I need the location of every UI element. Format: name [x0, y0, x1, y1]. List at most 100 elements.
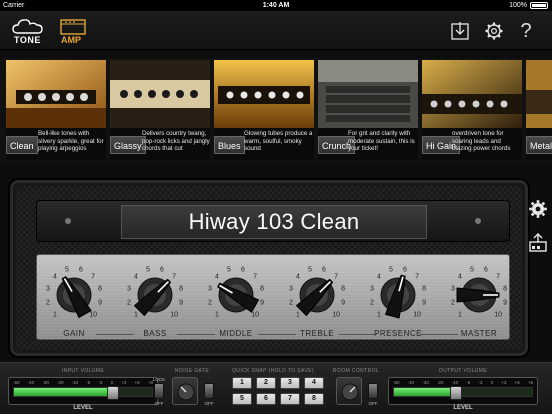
screw: [475, 218, 481, 224]
preset-tile-blues[interactable]: Blues Glowing tubes produce a warm, soul…: [214, 60, 314, 160]
quick-snap-button-4[interactable]: 4: [304, 377, 324, 389]
meter-tick: -10: [71, 380, 79, 385]
quick-snap-button-6[interactable]: 6: [256, 393, 276, 405]
dial-number: 4: [458, 273, 462, 280]
preset-title: Hiway 103 Clean: [188, 209, 360, 234]
knob-dial: 12345 678910: [127, 266, 183, 319]
knob-dial: 12345 678910: [451, 266, 507, 318]
dial-number: 8: [98, 286, 102, 293]
preset-tile-glassy[interactable]: Glassy Delivers country twang, pop-rock …: [110, 60, 210, 160]
dial-number: 10: [332, 312, 340, 319]
preset-tile-clean[interactable]: Clean Bell-like tones with silvery spark…: [6, 60, 106, 160]
noise-gate-toggle[interactable]: [204, 383, 214, 399]
knob-icon: [177, 383, 195, 401]
dial-number: 8: [503, 286, 507, 293]
dial-number: 9: [98, 300, 102, 307]
knob-treble[interactable]: 1 2 3 4 5 6 7 8 9 10: [277, 257, 357, 329]
preset-tile-hi-gain[interactable]: Hi Gain overdriven tone for soaring lead…: [422, 60, 522, 160]
meter-tick: -50: [393, 380, 400, 385]
knob-gain[interactable]: 1 2 3 4 5 6 7 8 9 10: [34, 257, 114, 329]
amp-button[interactable]: AMP: [60, 17, 88, 45]
room-control-toggle[interactable]: [368, 383, 378, 399]
room-control-knob[interactable]: [336, 377, 362, 405]
knob-dial: 12345 678910: [46, 266, 102, 318]
dial-number: 5: [65, 266, 69, 273]
preset-thumbnail: [422, 60, 522, 128]
battery-icon: [530, 2, 548, 9]
quick-snap-button-7[interactable]: 7: [280, 393, 300, 405]
preset-description: Bell-like tones with silvery sparkle, gr…: [38, 130, 104, 153]
meter-tick: +3: [121, 380, 127, 385]
battery-indicator: 100%: [509, 0, 548, 11]
knob-bass[interactable]: 1 2 3 4 5 6 7 8 9 10: [115, 257, 195, 329]
dial-number: 7: [334, 273, 338, 280]
save-download-icon: [451, 22, 469, 40]
dial-number: 8: [422, 286, 426, 293]
dial-number: 7: [415, 273, 419, 280]
input-lock-switch[interactable]: LOCK OFF: [152, 377, 166, 406]
amp-export-button[interactable]: [527, 232, 549, 254]
preset-name: Glassy: [110, 136, 146, 154]
preset-name: Blues: [214, 136, 245, 154]
dial-number: 6: [160, 266, 164, 273]
meter-tick: +6: [134, 380, 140, 385]
knob-middle[interactable]: 1 2 3 4 5 6 7 8 9 10: [196, 257, 276, 329]
meter-tick: -40: [407, 380, 415, 385]
dial-number: 2: [127, 300, 131, 307]
save-button[interactable]: [450, 21, 470, 41]
meter-tick: 0: [490, 380, 494, 385]
bottom-control-bar: INPUT VOLUME -50 -40 -30 -20 -10 -5 -3 0 +3 +6 +8 …: [0, 362, 552, 414]
input-volume-slider-handle[interactable]: [107, 386, 120, 400]
quick-snap-button-2[interactable]: 2: [256, 377, 276, 389]
preset-tile-crunch[interactable]: Crunch For grit and clarity with moderat…: [318, 60, 418, 160]
preset-name: Clean: [6, 136, 38, 154]
amp-settings-button[interactable]: [527, 198, 549, 220]
dial-number: 7: [172, 273, 176, 280]
preset-name-plate[interactable]: Hiway 103 Clean: [121, 205, 427, 239]
preset-tile-metal[interactable]: Metal: [526, 60, 552, 160]
input-meter-track: [13, 386, 153, 400]
room-control-title: ROOM CONTROL: [332, 368, 380, 374]
output-level-label: LEVEL: [453, 405, 473, 411]
preset-thumbnail: [110, 60, 210, 128]
settings-button[interactable]: [484, 21, 504, 41]
dial-number: 4: [296, 273, 300, 280]
dial-number: 2: [289, 300, 293, 307]
knob-presence[interactable]: 1 2 3 4 5 6 7 8 9 10: [358, 257, 438, 329]
quick-snap-title: QUICK SNAP (HOLD TO SAVE): [232, 368, 314, 374]
lock-toggle[interactable]: [154, 383, 164, 399]
tone-label: TONE: [14, 35, 41, 45]
help-button[interactable]: ?: [516, 21, 536, 41]
meter-tick: -20: [436, 380, 444, 385]
panel-divider-line: [420, 334, 458, 335]
quick-snap-button-3[interactable]: 3: [280, 377, 300, 389]
dial-number: 2: [370, 300, 374, 307]
room-control-switch[interactable]: OFF: [366, 377, 380, 406]
meter-tick: +6: [514, 380, 520, 385]
noise-gate-knob[interactable]: [172, 377, 198, 405]
dial-number: 3: [127, 286, 131, 293]
output-volume-slider-handle[interactable]: [450, 386, 463, 400]
preset-carousel[interactable]: Clean Bell-like tones with silvery spark…: [0, 58, 552, 162]
dial-number: 8: [341, 286, 345, 293]
preset-thumbnail: [214, 60, 314, 128]
control-panel: 1 2 3 4 5 6 7 8 9 10 GAIN 1 2 3 4 5 6 7 8 9 10 BASS 1 2 3 4 5 6 7 8 9 1…: [36, 254, 510, 340]
dial-number: 1: [134, 312, 138, 319]
dial-number: 4: [53, 273, 57, 280]
gear-icon: [529, 200, 547, 218]
tone-cloud-button[interactable]: TONE: [12, 17, 48, 45]
quick-snap-button-5[interactable]: 5: [232, 393, 252, 405]
quick-snap-button-1[interactable]: 1: [232, 377, 252, 389]
output-volume-meter[interactable]: -50 -40 -30 -20 -10 -5 -3 0 +3 +6 +8: [388, 377, 538, 405]
dial-number: 8: [179, 286, 183, 293]
knob-master[interactable]: 1 2 3 4 5 6 7 8 9 10: [439, 257, 519, 329]
dial-number: 3: [370, 286, 374, 293]
meter-tick: -5: [466, 380, 471, 385]
quick-snap-button-8[interactable]: 8: [304, 393, 324, 405]
output-meter-track: [393, 386, 533, 400]
noise-gate-switch[interactable]: OFF: [202, 377, 216, 406]
output-volume-title: OUTPUT VOLUME: [438, 368, 488, 374]
clock: 1:40 AM: [262, 2, 290, 9]
input-volume-meter[interactable]: -50 -40 -30 -20 -10 -5 -3 0 +3 +6 +8: [8, 377, 158, 405]
dial-number: 7: [91, 273, 95, 280]
